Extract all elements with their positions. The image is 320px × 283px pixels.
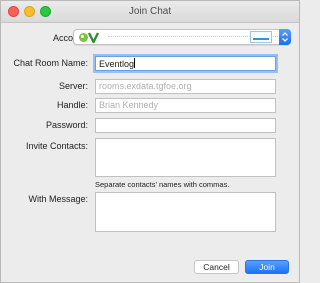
handle-field[interactable]: Brian Kennedy: [95, 98, 276, 113]
chat-room-name-field[interactable]: Eventlog: [95, 56, 276, 71]
title-bar[interactable]: Join Chat: [1, 1, 299, 23]
server-field[interactable]: rooms.exdata.tgfoe.org: [95, 79, 276, 94]
invite-contacts-hint: Separate contacts' names with commas.: [95, 180, 230, 189]
avatar-stripe: [253, 38, 269, 40]
cancel-button[interactable]: Cancel: [194, 260, 239, 274]
account-avatar: [250, 31, 272, 43]
with-message-label: With Message:: [28, 194, 88, 204]
invite-contacts-label: Invite Contacts:: [25, 141, 88, 151]
invite-contacts-field[interactable]: [95, 138, 276, 177]
join-button[interactable]: Join: [245, 260, 289, 274]
chat-room-name-value: Eventlog: [99, 59, 135, 69]
chat-room-name-label: Chat Room Name:: [13, 58, 88, 68]
handle-label: Handle:: [56, 100, 88, 110]
account-popup[interactable]: [73, 29, 291, 45]
server-label: Server:: [58, 81, 88, 91]
account-service-logo: [79, 32, 100, 44]
join-chat-window: Join Chat Account: Chat Room Name: Event…: [0, 0, 300, 283]
popup-stepper-icon[interactable]: [279, 29, 291, 45]
password-label: Password:: [45, 120, 88, 130]
text-caret: [134, 58, 136, 68]
password-field[interactable]: [95, 118, 276, 133]
window-title: Join Chat: [128, 6, 172, 17]
with-message-field[interactable]: [95, 192, 276, 232]
